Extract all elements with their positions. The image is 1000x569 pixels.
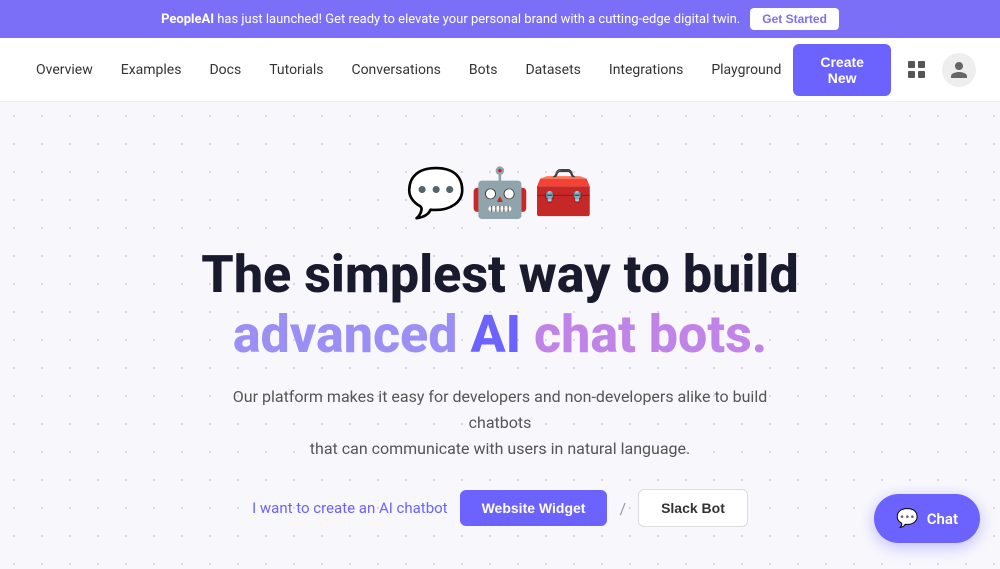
announcement-banner: PeopleAI has just launched! Get ready to…: [0, 0, 1000, 38]
chat-bubble-icon: 💬: [896, 508, 918, 529]
hero-title-line1: The simplest way to build: [201, 245, 798, 305]
toolbox-emoji: 🧰: [534, 164, 594, 221]
nav-links: Overview Examples Docs Tutorials Convers…: [24, 54, 793, 86]
cta-text: I want to create an AI chatbot: [252, 499, 447, 517]
nav-link-conversations[interactable]: Conversations: [339, 54, 452, 86]
nav-actions: Create New: [793, 44, 976, 96]
word-advanced: advanced: [233, 304, 458, 365]
banner-text: has just launched! Get ready to elevate …: [214, 12, 740, 27]
nav-link-datasets[interactable]: Datasets: [513, 54, 592, 86]
emoji-row: 💬 🤖 🧰: [406, 164, 593, 221]
user-avatar: [942, 53, 976, 87]
slack-bot-button[interactable]: Slack Bot: [638, 489, 748, 527]
navbar: Overview Examples Docs Tutorials Convers…: [0, 38, 1000, 102]
grid-icon-button[interactable]: [903, 52, 930, 88]
nav-link-overview[interactable]: Overview: [24, 54, 105, 86]
hero-desc-line1: Our platform makes it easy for developer…: [233, 387, 767, 432]
hero-section: 💬 🤖 🧰 The simplest way to build advanced…: [0, 102, 1000, 569]
word-ai: AI: [470, 304, 521, 365]
create-new-button[interactable]: Create New: [793, 44, 890, 96]
user-profile-button[interactable]: [942, 52, 976, 88]
cta-divider: /: [619, 499, 626, 518]
nav-link-integrations[interactable]: Integrations: [597, 54, 695, 86]
robot-emoji: 🤖: [470, 164, 530, 221]
cta-row: I want to create an AI chatbot Website W…: [252, 489, 748, 527]
chat-widget-button[interactable]: 💬 Chat: [874, 494, 980, 543]
chat-widget-label: Chat: [927, 510, 958, 528]
hero-title-line2: advanced AI chat bots.: [233, 305, 767, 365]
grid-icon: [908, 61, 925, 78]
nav-link-playground[interactable]: Playground: [699, 54, 793, 86]
nav-link-examples[interactable]: Examples: [109, 54, 194, 86]
chat-emoji: 💬: [406, 164, 466, 221]
brand-name: PeopleAI: [161, 12, 214, 27]
word-chat-bots: chat bots.: [534, 304, 767, 365]
hero-desc-line2: that can communicate with users in natur…: [310, 439, 690, 458]
website-widget-button[interactable]: Website Widget: [460, 490, 608, 526]
get-started-button[interactable]: Get Started: [750, 8, 839, 30]
nav-link-tutorials[interactable]: Tutorials: [257, 54, 335, 86]
hero-description: Our platform makes it easy for developer…: [220, 384, 780, 461]
nav-link-docs[interactable]: Docs: [197, 54, 253, 86]
nav-link-bots[interactable]: Bots: [457, 54, 510, 86]
